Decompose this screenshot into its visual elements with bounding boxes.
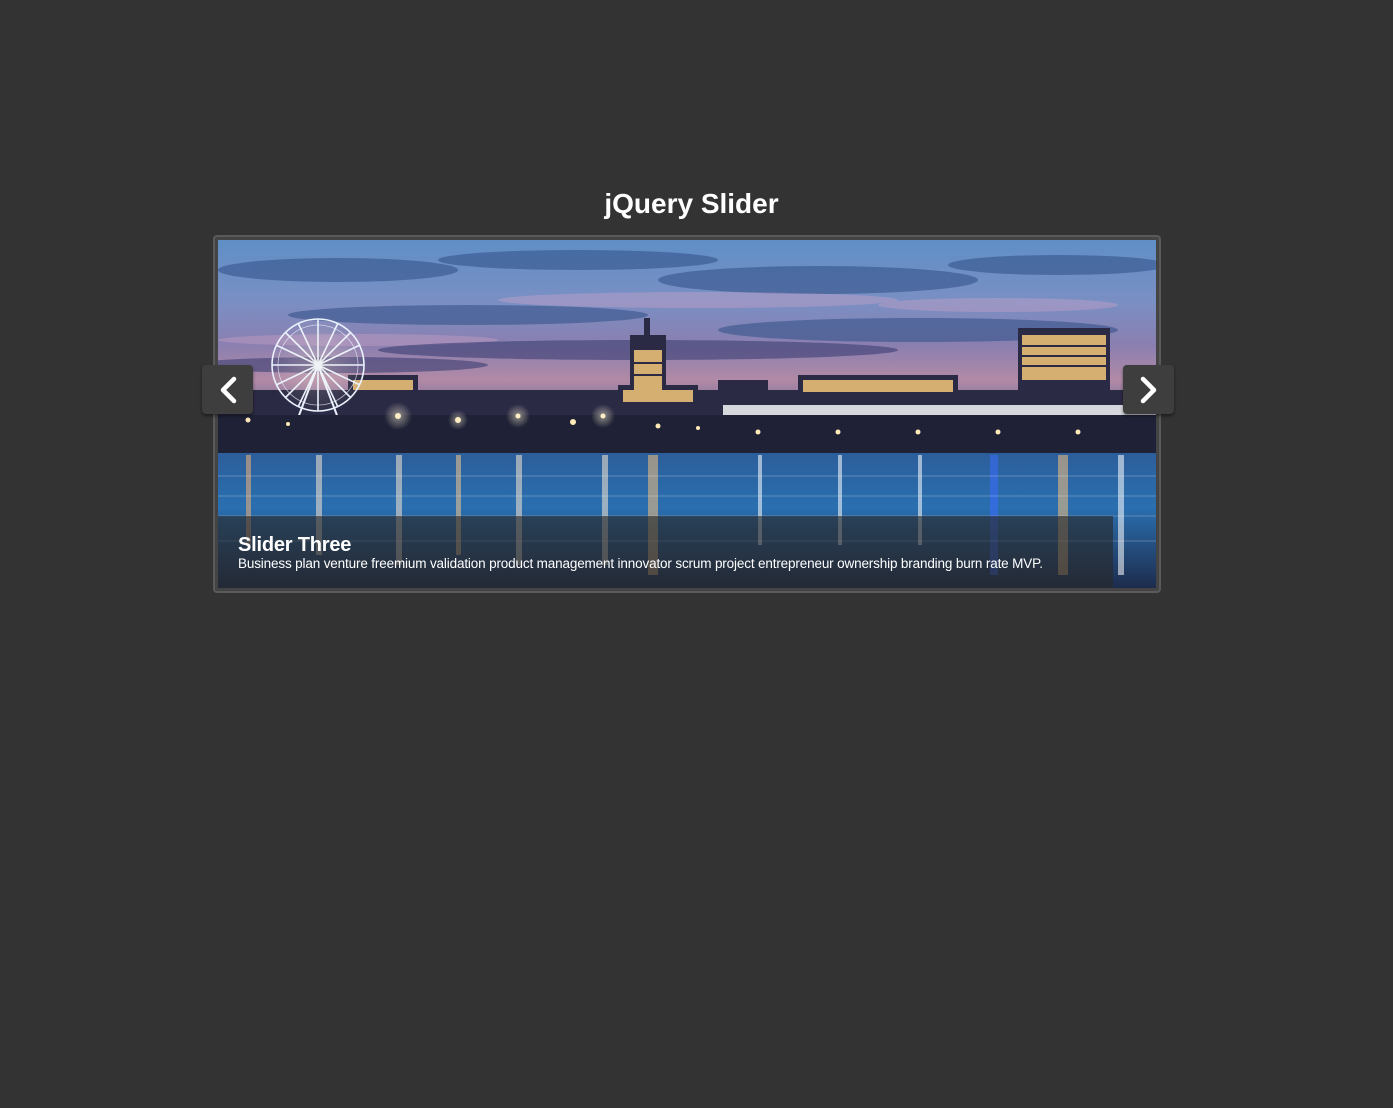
chevron-left-icon (220, 376, 236, 403)
page: jQuery Slider Slider Three Business plan… (0, 0, 1393, 1108)
next-slide-button[interactable] (1123, 365, 1174, 414)
slide-caption: Slider Three Business plan venture freem… (218, 516, 1113, 588)
slider-frame: Slider Three Business plan venture freem… (213, 235, 1161, 593)
prev-slide-button[interactable] (202, 365, 253, 414)
slide-description: Business plan venture freemium validatio… (238, 556, 1043, 571)
slide-title: Slider Three (238, 534, 352, 556)
chevron-right-icon (1140, 376, 1156, 403)
slide-viewport: Slider Three Business plan venture freem… (218, 240, 1156, 588)
page-title: jQuery Slider (604, 188, 779, 219)
